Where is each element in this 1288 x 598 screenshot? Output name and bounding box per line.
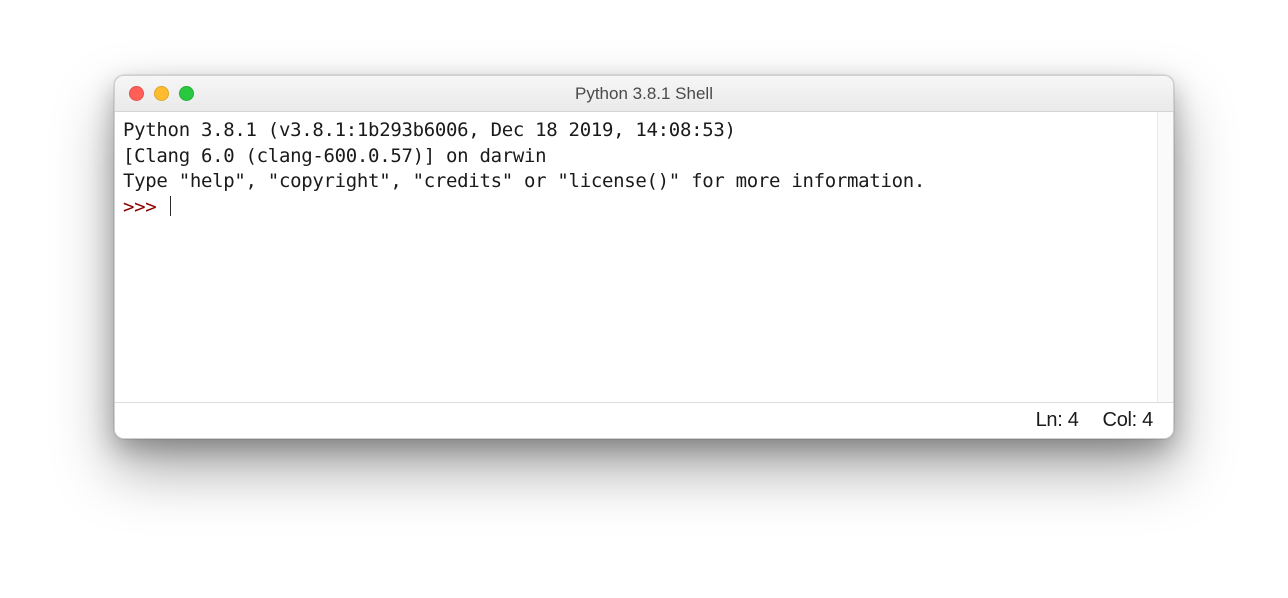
titlebar: Python 3.8.1 Shell xyxy=(115,76,1173,112)
window-title: Python 3.8.1 Shell xyxy=(115,84,1173,104)
status-col-number: Col: 4 xyxy=(1103,409,1153,432)
shell-text-area[interactable]: Python 3.8.1 (v3.8.1:1b293b6006, Dec 18 … xyxy=(115,112,1157,402)
content-area: Python 3.8.1 (v3.8.1:1b293b6006, Dec 18 … xyxy=(115,112,1173,402)
vertical-scrollbar[interactable] xyxy=(1157,112,1173,402)
close-icon[interactable] xyxy=(129,86,144,101)
statusbar: Ln: 4 Col: 4 xyxy=(115,402,1173,438)
banner-line-1: Python 3.8.1 (v3.8.1:1b293b6006, Dec 18 … xyxy=(123,119,747,141)
banner-line-3: Type "help", "copyright", "credits" or "… xyxy=(123,170,925,192)
status-line-number: Ln: 4 xyxy=(1036,409,1079,432)
shell-window: Python 3.8.1 Shell Python 3.8.1 (v3.8.1:… xyxy=(114,75,1174,439)
prompt: >>> xyxy=(123,196,168,218)
zoom-icon[interactable] xyxy=(179,86,194,101)
banner-line-2: [Clang 6.0 (clang-600.0.57)] on darwin xyxy=(123,145,546,167)
text-cursor xyxy=(170,196,172,216)
window-controls xyxy=(115,86,194,101)
minimize-icon[interactable] xyxy=(154,86,169,101)
